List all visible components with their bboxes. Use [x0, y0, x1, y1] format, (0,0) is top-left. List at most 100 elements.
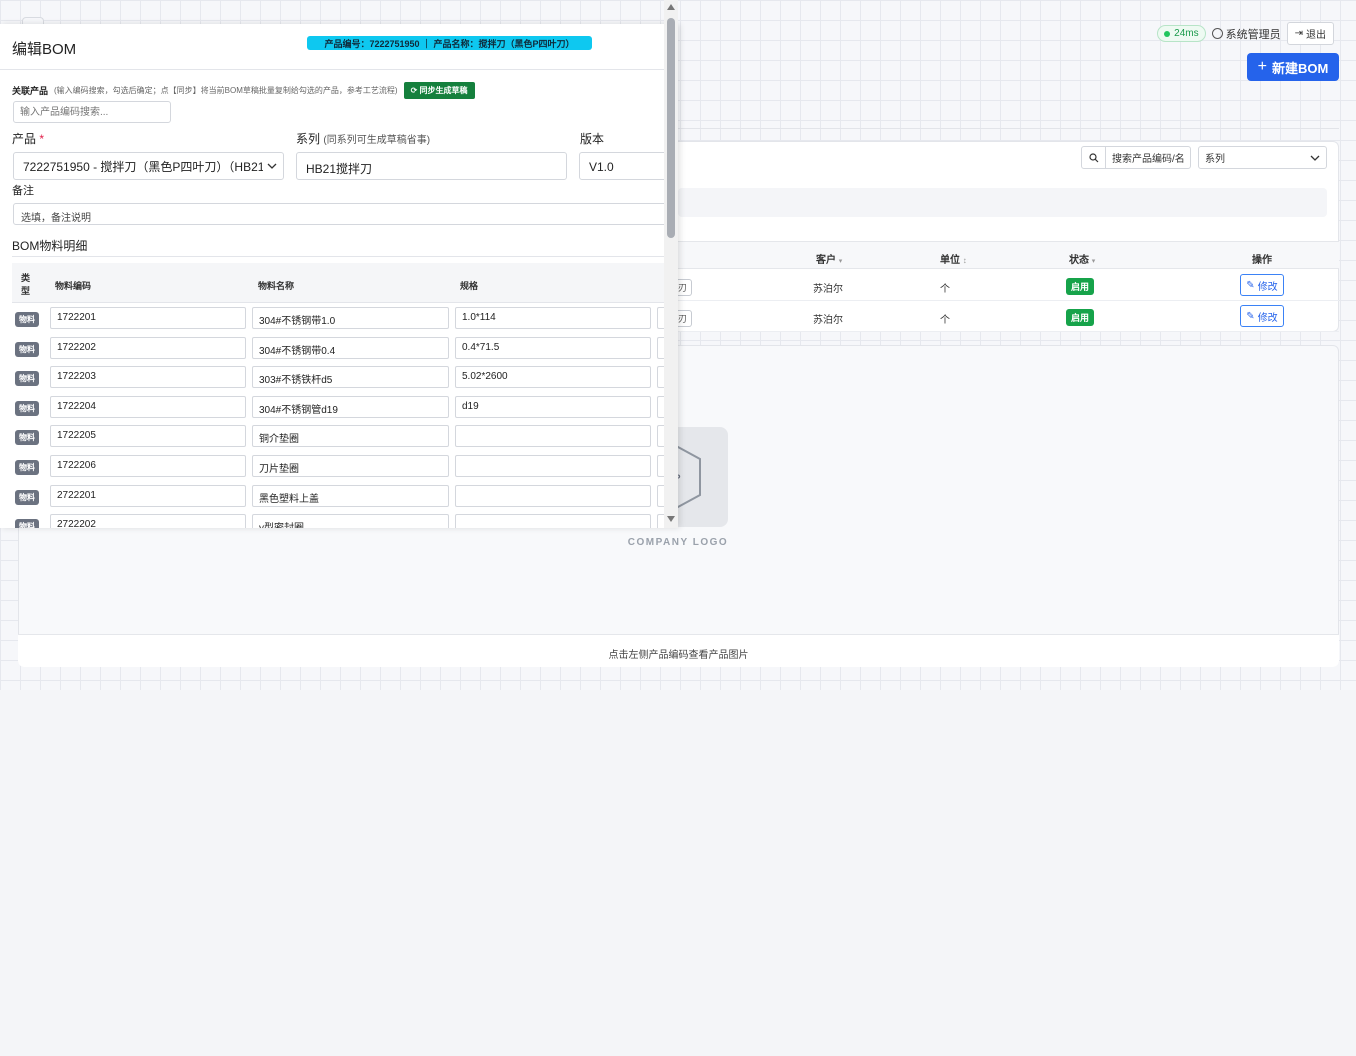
edit-label: 修改 — [1257, 312, 1278, 324]
material-name-input[interactable]: 黑色塑料上盖 — [252, 484, 449, 507]
required-mark: * — [39, 132, 45, 146]
material-spec-input[interactable] — [455, 455, 651, 477]
related-hint: (输入编码搜索，勾选后确定；点【同步】将当前BOM草稿批量复制给勾选的产品，参考… — [54, 86, 398, 95]
material-code-input[interactable]: 1722201 — [50, 307, 246, 329]
column-status-label: 状态 — [1069, 255, 1089, 266]
series-hint: (同系列可生成草稿省事) — [323, 135, 431, 146]
series-input[interactable]: HB21搅拌刀 — [296, 152, 567, 180]
latency-value: 24ms — [1174, 28, 1199, 39]
status-badge: 启用 — [1066, 309, 1095, 326]
version-input[interactable]: V1.0 — [579, 152, 669, 180]
customer-cell: 苏泊尔 — [813, 284, 843, 295]
bom-row: 物料 1722206 刀片垫圈 — [12, 451, 677, 481]
scroll-up-arrow-icon[interactable] — [667, 4, 675, 10]
material-code-input[interactable]: 2722201 — [50, 484, 246, 507]
user-icon — [1211, 28, 1223, 39]
sync-label: 同步生成草稿 — [419, 86, 468, 95]
bom-col-type: 类型 — [21, 273, 31, 296]
material-name-input[interactable]: 铜介垫圈 — [252, 425, 449, 448]
status-badge: 启用 — [1066, 278, 1095, 295]
version-label: 版本 — [580, 132, 605, 146]
pencil-icon: ✎ — [1246, 310, 1255, 322]
material-name-input[interactable]: 刀片垫圈 — [252, 455, 449, 477]
modal-title: 编辑BOM — [12, 41, 77, 58]
material-code-input[interactable]: 2722202 — [50, 514, 246, 528]
column-unit-label: 单位 — [940, 255, 960, 266]
material-name-input[interactable]: 303#不锈铁杆d5 — [252, 366, 449, 389]
remark-input[interactable]: 选填，备注说明 — [13, 203, 673, 225]
material-name-input[interactable]: y型密封圈 — [252, 514, 449, 528]
bom-row: 物料 2722201 黑色塑料上盖 — [12, 481, 677, 511]
product-label: 产品 * — [12, 130, 44, 147]
related-product-search-input[interactable] — [13, 101, 171, 123]
edit-button[interactable]: ✎ 修改 — [1240, 305, 1284, 327]
material-spec-input[interactable] — [455, 425, 651, 448]
series-select-value: 系列 — [1205, 154, 1225, 165]
material-name-input[interactable]: 304#不锈钢管d19 — [252, 395, 449, 418]
material-spec-input[interactable]: d19 — [455, 395, 651, 418]
material-code-input[interactable]: 1722206 — [50, 455, 246, 477]
table-row: 刃 苏泊尔 个 启用 ✎ 修改 — [676, 301, 1339, 332]
scroll-down-arrow-icon[interactable] — [667, 516, 675, 522]
bom-section-title: BOM物料明细 — [12, 239, 88, 253]
product-select-value: 7222751950 - 搅拌刀（黑色P四叶刀）（HB21 — [23, 159, 263, 174]
material-spec-input[interactable]: 5.02*2600 — [455, 366, 651, 389]
bom-col-name: 物料名称 — [258, 281, 295, 291]
edit-bom-modal: 编辑BOM 产品编号：7222751950 ｜ 产品名称：搅拌刀（黑色P四叶刀）… — [0, 24, 678, 528]
table-row: 刃 苏泊尔 个 启用 ✎ 修改 — [676, 270, 1339, 301]
material-name-input[interactable]: 304#不锈钢带0.4 — [252, 336, 449, 359]
material-name-input[interactable]: 304#不锈钢带1.0 — [252, 307, 449, 329]
bom-row: 物料 1722204 304#不锈钢管d19 d19 — [12, 392, 677, 422]
image-hint: 点击左侧产品编码查看产品图片 — [18, 634, 1339, 667]
type-tag: 物料 — [15, 489, 39, 505]
header-actions: 24ms 系统管理员 ⇥ 退出 — [1157, 22, 1334, 45]
series-filter-select[interactable]: 系列 — [1198, 146, 1327, 169]
search-icon — [1082, 147, 1106, 168]
column-unit[interactable]: 单位 ↕ — [940, 251, 967, 266]
product-select[interactable]: 7222751950 - 搅拌刀（黑色P四叶刀）（HB21 — [13, 152, 284, 180]
type-tag: 物料 — [15, 519, 39, 528]
material-code-input[interactable]: 1722202 — [50, 336, 246, 359]
material-code-input[interactable]: 1722205 — [50, 425, 246, 448]
material-spec-input[interactable]: 0.4*71.5 — [455, 336, 651, 359]
column-status[interactable]: 状态 ▾ — [1069, 251, 1095, 266]
sync-draft-button[interactable]: ⟳ 同步生成草稿 — [403, 82, 475, 99]
type-tag: 物料 — [15, 400, 39, 416]
logout-button[interactable]: ⇥ 退出 — [1286, 22, 1334, 45]
column-customer-label: 客户 — [816, 255, 836, 266]
material-spec-input[interactable] — [455, 484, 651, 507]
remark-label: 备注 — [12, 185, 34, 197]
unit-cell: 个 — [940, 315, 950, 326]
scroll-thumb[interactable] — [667, 18, 675, 238]
unit-cell: 个 — [940, 284, 950, 295]
current-user[interactable]: 系统管理员 — [1211, 26, 1281, 42]
type-tag: 物料 — [15, 341, 39, 357]
chevron-down-icon — [267, 163, 277, 169]
search-input[interactable]: 搜索产品编码/名 — [1081, 146, 1191, 169]
user-name: 系统管理员 — [1225, 28, 1281, 41]
material-spec-input[interactable]: 1.0*114 — [455, 307, 651, 329]
new-bom-label: 新建BOM — [1272, 60, 1329, 76]
type-tag: 物料 — [15, 430, 39, 446]
series-label-text: 系列 — [296, 132, 321, 146]
material-code-input[interactable]: 1722204 — [50, 395, 246, 418]
bom-row: 物料 1722205 铜介垫圈 — [12, 421, 677, 451]
modal-scrollbar[interactable] — [664, 0, 678, 528]
plus-icon: + — [1257, 58, 1267, 75]
edit-button[interactable]: ✎ 修改 — [1240, 274, 1284, 296]
product-info-badge: 产品编号：7222751950 ｜ 产品名称：搅拌刀（黑色P四叶刀） — [307, 36, 592, 50]
bom-row: 物料 1722202 304#不锈钢带0.4 0.4*71.5 — [12, 333, 677, 363]
bom-row: 物料 1722201 304#不锈钢带1.0 1.0*114 — [12, 303, 677, 333]
material-code-input[interactable]: 1722203 — [50, 366, 246, 389]
sort-icon: ↕ — [962, 256, 967, 265]
divider — [12, 256, 664, 257]
bom-col-code: 物料编码 — [55, 281, 92, 291]
column-customer[interactable]: 客户 ▾ — [816, 251, 842, 266]
bom-row: 物料 2722202 y型密封圈 — [12, 510, 677, 528]
material-spec-input[interactable] — [455, 514, 651, 528]
bom-col-spec: 规格 — [460, 281, 479, 291]
cut-tag: 刃 — [676, 279, 693, 296]
new-bom-button[interactable]: + 新建BOM — [1247, 53, 1339, 81]
logout-label: 退出 — [1306, 30, 1326, 41]
logo-caption: COMPANY LOGO — [627, 537, 729, 548]
